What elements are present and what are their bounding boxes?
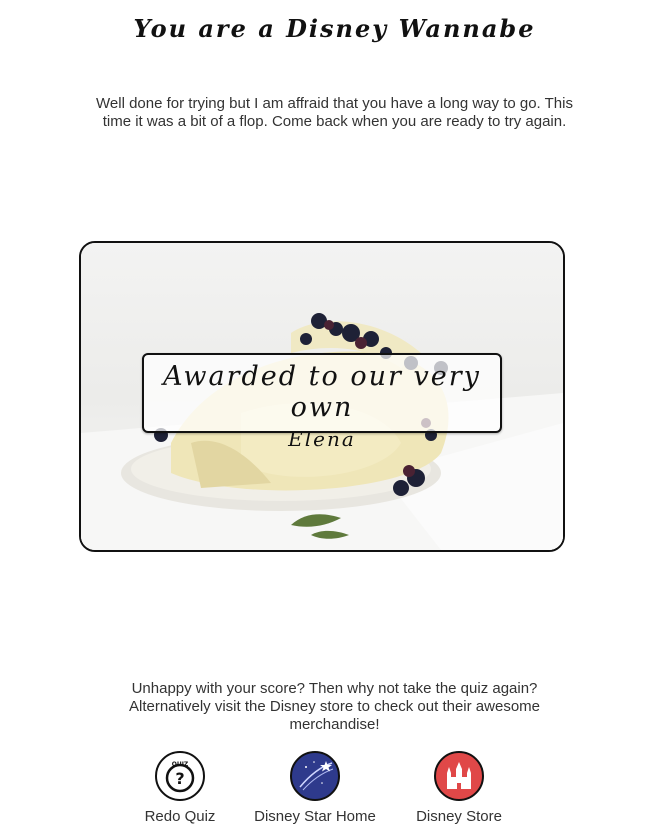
redo-quiz-link[interactable]: QUIZ ? Redo Quiz — [134, 751, 226, 825]
award-card: Awarded to our very own Elena — [79, 241, 565, 552]
action-links: QUIZ ? Redo Quiz Disney Star Home Disney… — [0, 751, 669, 826]
quiz-icon-label: QUIZ — [172, 761, 189, 768]
disney-star-home-link[interactable]: Disney Star Home — [248, 751, 382, 825]
retry-message: Unhappy with your score? Then why not ta… — [128, 680, 540, 733]
disney-store-link[interactable]: Disney Store — [411, 751, 507, 825]
disney-store-label: Disney Store — [416, 808, 502, 825]
castle-icon — [434, 751, 484, 801]
award-recipient: Elena — [288, 427, 356, 451]
award-heading: Awarded to our very own — [163, 361, 481, 423]
result-message: Well done for trying but I am affraid th… — [96, 95, 573, 130]
redo-quiz-label: Redo Quiz — [144, 808, 216, 825]
award-banner: Awarded to our very own Elena — [142, 353, 502, 451]
disney-star-home-label: Disney Star Home — [254, 808, 376, 825]
quiz-icon: QUIZ ? — [155, 751, 205, 801]
svg-text:?: ? — [175, 769, 184, 788]
star-home-icon — [290, 751, 340, 801]
page-title: You are a Disney Wannabe — [133, 14, 536, 43]
